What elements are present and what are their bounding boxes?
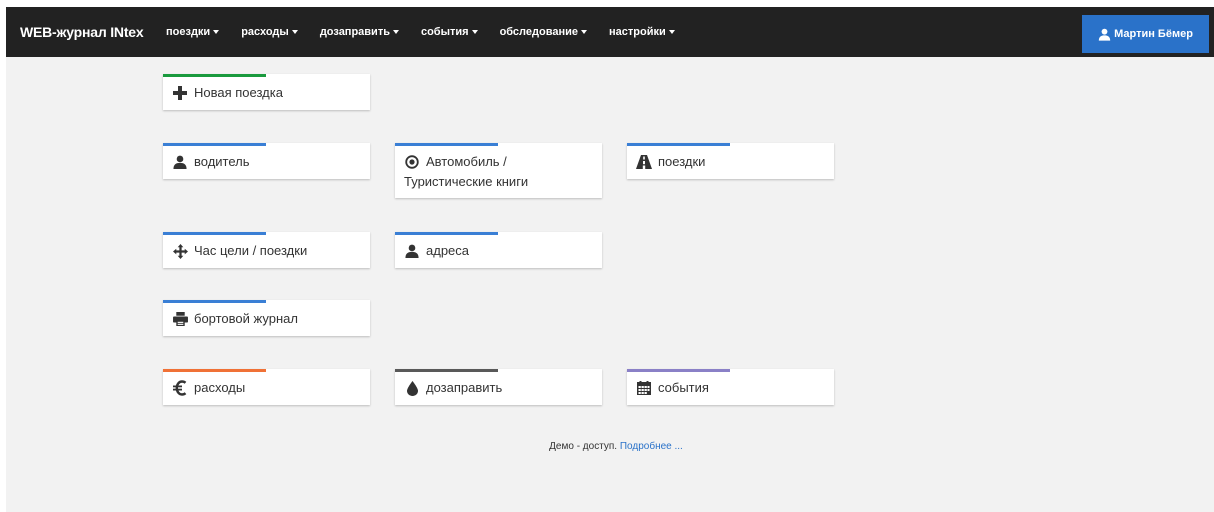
tile-accent-bar [627,369,730,372]
tile-vehicle-label: Автомобиль / Туристические книги [404,152,596,192]
tile-refuel[interactable]: дозаправить [395,369,602,405]
tile-purpose[interactable]: Час цели / поездки [163,232,370,268]
menu-refuel[interactable]: дозаправить [320,26,399,38]
menu-expenses-label: расходы [241,26,289,38]
tile-events[interactable]: события [627,369,834,405]
user-account-button[interactable]: Мартин Бёмер [1082,15,1209,53]
caret-down-icon [668,30,675,35]
tile-driver-label: водитель [194,154,250,169]
more-info-link[interactable]: Подробнее ... [620,441,683,452]
tile-accent-bar [163,232,266,235]
menu-events-label: события [420,26,469,38]
euro-icon [172,378,188,398]
menu-settings-label: настройки [608,26,666,38]
menu-inspection[interactable]: обследование [500,26,587,38]
menu-trips-label: поездки [166,26,211,38]
menu-settings[interactable]: настройки [609,26,675,38]
tile-accent-bar [395,369,498,372]
brand-title[interactable]: WEB-журнал INtex [20,7,144,57]
tile-accent-bar [627,143,730,146]
caret-down-icon [471,30,478,35]
caret-down-icon [291,30,298,35]
tile-trips[interactable]: поездки [627,143,834,179]
tile-logbook-label: бортовой журнал [194,311,298,326]
tile-addresses-label: адреса [426,243,470,258]
tile-purpose-label: Час цели / поездки [194,243,308,258]
demo-access-text: Демо - доступ. [549,441,620,452]
road-icon [636,152,652,172]
print-icon [172,309,188,329]
tile-expenses[interactable]: расходы [163,369,370,405]
demo-footer: Демо - доступ. Подробнее ... [6,441,1214,452]
menu-events[interactable]: события [421,26,478,38]
calendar-icon [636,378,652,398]
user-icon [172,152,188,172]
tile-logbook[interactable]: бортовой журнал [163,300,370,336]
plus-icon [172,83,188,103]
tile-accent-bar [395,232,498,235]
tile-trips-label: поездки [658,154,706,169]
page-frame: WEB-журнал INtex поездки расходы дозапра… [6,7,1214,512]
top-navbar: WEB-журнал INtex поездки расходы дозапра… [6,7,1214,57]
user-name: Мартин Бёмер [1114,28,1193,40]
tile-expenses-label: расходы [194,380,246,395]
menu-expenses[interactable]: расходы [241,26,298,38]
main-menu: поездки расходы дозаправить события обсл… [166,7,697,57]
tile-accent-bar [395,143,498,146]
menu-refuel-label: дозаправить [319,26,390,38]
tile-vehicle-label-line1: Автомобиль / [426,154,507,169]
menu-inspection-label: обследование [499,26,578,38]
tile-new-trip-label: Новая поездка [194,85,283,100]
move-icon [172,241,188,261]
tile-vehicle[interactable]: Автомобиль / Туристические книги [395,143,602,198]
caret-down-icon [580,30,587,35]
caret-down-icon [213,30,220,35]
tile-refuel-label: дозаправить [426,380,503,395]
tile-accent-bar [163,300,266,303]
menu-trips[interactable]: поездки [166,26,220,38]
tile-vehicle-label-line2: Туристические книги [404,174,529,189]
tile-driver[interactable]: водитель [163,143,370,179]
tile-events-label: события [658,380,709,395]
tile-accent-bar [163,369,266,372]
user-icon [1098,28,1111,41]
tile-addresses[interactable]: адреса [395,232,602,268]
user-icon [404,241,420,261]
tile-new-trip[interactable]: Новая поездка [163,74,370,110]
drop-icon [404,378,420,398]
tile-accent-bar [163,74,266,77]
tile-accent-bar [163,143,266,146]
caret-down-icon [392,30,399,35]
